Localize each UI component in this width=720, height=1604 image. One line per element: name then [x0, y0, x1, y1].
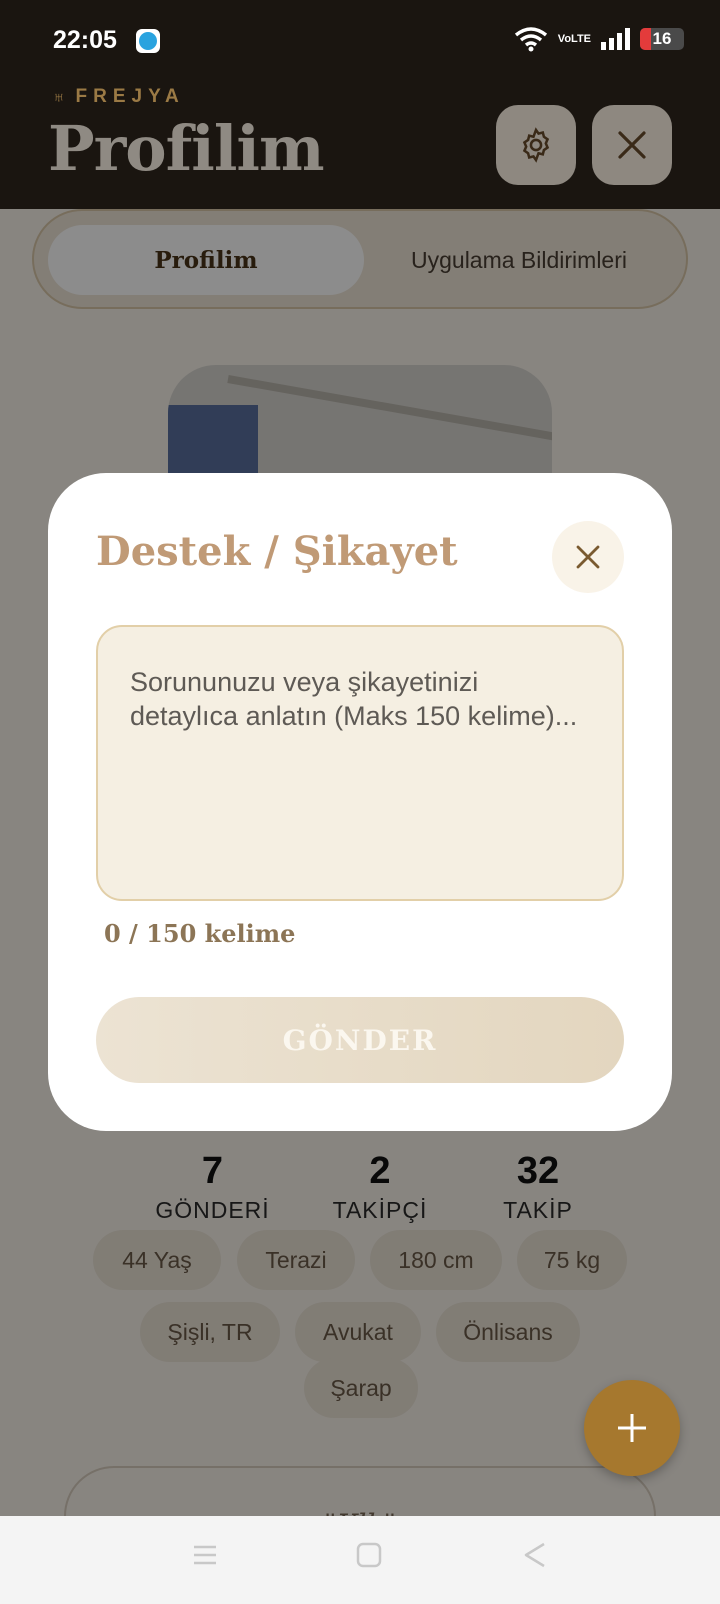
battery-icon: 16 — [640, 28, 684, 50]
close-button[interactable] — [592, 105, 672, 185]
system-nav-bar — [0, 1516, 720, 1604]
brand-name: FREJYA — [75, 86, 185, 107]
modal-close-button[interactable] — [552, 521, 624, 593]
menu-icon[interactable] — [190, 1540, 220, 1570]
status-icons: VoLTE 16 — [514, 26, 684, 52]
close-icon — [576, 545, 600, 569]
signal-icon — [601, 28, 630, 50]
status-bar: 22:05 VoLTE 16 — [0, 0, 720, 84]
settings-button[interactable] — [496, 105, 576, 185]
brand: ♅ FREJYA — [52, 86, 185, 108]
status-time: 22:05 — [53, 26, 117, 54]
telegram-icon — [136, 29, 160, 53]
support-modal: Destek / Şikayet 0 / 150 kelime GÖNDER — [48, 473, 672, 1131]
complaint-textarea[interactable] — [96, 625, 624, 901]
word-count: 0 / 150 kelime — [104, 919, 296, 948]
back-icon[interactable] — [520, 1540, 550, 1570]
plus-icon — [618, 1414, 646, 1442]
battery-level: 16 — [652, 29, 672, 48]
app-header: ♅ FREJYA Profilim — [0, 84, 720, 209]
home-icon[interactable] — [354, 1540, 384, 1570]
submit-button[interactable]: GÖNDER — [96, 997, 624, 1083]
add-post-button[interactable] — [584, 1380, 680, 1476]
brand-logo-icon: ♅ — [52, 86, 66, 107]
gear-icon — [522, 127, 550, 163]
modal-title: Destek / Şikayet — [96, 528, 458, 575]
wifi-icon — [514, 27, 547, 52]
close-icon — [618, 131, 646, 159]
page-title: Profilim — [48, 112, 325, 185]
volte-label: VoLTE — [557, 32, 591, 45]
